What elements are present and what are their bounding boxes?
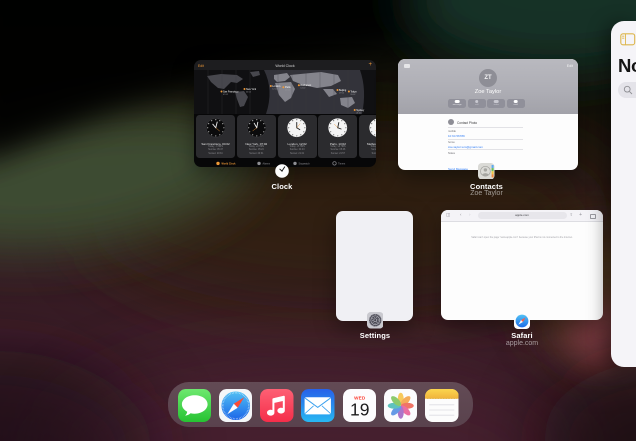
svg-text:Timers: Timers bbox=[338, 162, 346, 165]
svg-text:Stopwatch: Stopwatch bbox=[299, 162, 311, 165]
svg-text:19:02: 19:02 bbox=[339, 92, 345, 94]
svg-text:14:02: 14:02 bbox=[300, 88, 306, 90]
svg-text:12:02: 12:02 bbox=[272, 88, 278, 90]
svg-text:World Clock: World Clock bbox=[222, 162, 237, 165]
svg-text:20:02: 20:02 bbox=[350, 94, 356, 96]
svg-text:13:02: 13:02 bbox=[285, 90, 291, 92]
svg-text:Alarms: Alarms bbox=[263, 162, 271, 165]
svg-text:19: 19 bbox=[350, 399, 369, 419]
svg-text:07:02: 07:02 bbox=[223, 94, 229, 96]
svg-text:21:02: 21:02 bbox=[356, 112, 362, 114]
svg-text:04:02: 04:02 bbox=[246, 91, 252, 93]
